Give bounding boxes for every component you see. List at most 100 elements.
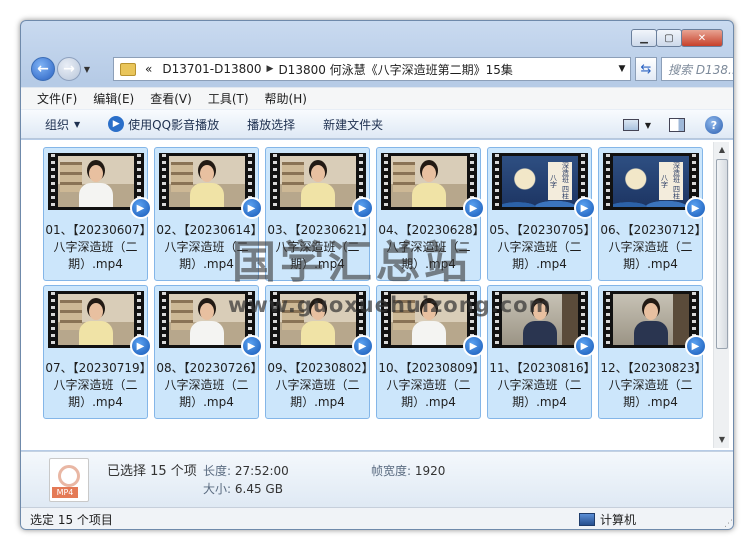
back-button[interactable]: ← [31, 57, 55, 81]
breadcrumb-overflow[interactable]: « [145, 62, 152, 76]
scrollbar-thumb[interactable] [716, 159, 728, 349]
new-folder-button[interactable]: 新建文件夹 [323, 116, 383, 133]
presenter-body [633, 321, 668, 345]
curtain [672, 294, 689, 345]
file-item[interactable]: 深造班 四柱八字 ▶ 05、【20230705】八字深造班（二期）.mp4 [487, 147, 596, 281]
presenter-head [643, 303, 658, 320]
presenter-head [310, 165, 325, 182]
file-name: 04、【20230628】八字深造班（二期）.mp4 [378, 223, 479, 271]
film-strip-edge [602, 291, 613, 348]
film-strip-edge [158, 153, 169, 210]
vertical-scrollbar[interactable]: ▲ ▼ [713, 142, 729, 448]
video-thumbnail: 深造班 四柱八字 ▶ [602, 153, 707, 219]
file-item[interactable]: ▶ 04、【20230628】八字深造班（二期）.mp4 [376, 147, 485, 281]
file-item[interactable]: ▶ 12、【20230823】八字深造班（二期）.mp4 [598, 285, 707, 419]
video-thumbnail: ▶ [158, 291, 263, 357]
presenter-head [310, 303, 325, 320]
video-thumbnail: ▶ [47, 291, 152, 357]
room-scene [57, 156, 134, 207]
file-item[interactable]: ▶ 02、【20230614】八字深造班（二期）.mp4 [154, 147, 263, 281]
file-item[interactable]: ▶ 10、【20230809】八字深造班（二期）.mp4 [376, 285, 485, 419]
qq-player-badge-icon: ▶ [240, 335, 263, 357]
minimize-button[interactable]: ▁ [631, 29, 657, 47]
address-bar[interactable]: « D13701-D13800 ▶ D13800 何泳慧《八字深造班第二期》15… [113, 57, 631, 81]
file-item[interactable]: ▶ 07、【20230719】八字深造班（二期）.mp4 [43, 285, 152, 419]
frame-width-value: 1920 [414, 464, 446, 478]
close-button[interactable]: ✕ [681, 29, 723, 47]
refresh-button[interactable]: ⇆ [635, 57, 657, 81]
thumbnail-frame [612, 294, 689, 345]
film-strip-edge [491, 291, 502, 348]
qq-player-badge-icon: ▶ [129, 335, 152, 357]
presenter [633, 299, 668, 345]
help-icon[interactable]: ? [705, 116, 723, 134]
presenter-body [411, 183, 446, 207]
file-grid: ▶ 01、【20230607】八字深造班（二期）.mp4 ▶ 02、【20230614… [43, 147, 709, 419]
menu-bar: 文件(F) 编辑(E) 查看(V) 工具(T) 帮助(H) [21, 87, 733, 109]
film-strip-edge [269, 291, 280, 348]
film-strip-edge [380, 153, 391, 210]
details-pane: MP4 已选择 15 个项 长度: 27:52:00 大小: 6.45 GB 帧… [21, 451, 733, 507]
status-location: 计算机 [579, 511, 636, 528]
back-arrow-icon: ← [37, 61, 49, 77]
recent-pages-dropdown[interactable]: ▼ [81, 65, 93, 74]
view-dropdown-icon[interactable]: ▼ [645, 121, 651, 130]
status-text: 选定 15 个项目 [30, 513, 113, 527]
file-name: 03、【20230621】八字深造班（二期）.mp4 [267, 223, 368, 271]
resize-grip-icon[interactable]: ⋰ [724, 519, 733, 529]
presenter-body [411, 321, 446, 345]
change-view-icon[interactable] [622, 119, 639, 131]
play-with-qq-button[interactable]: ▶ 使用QQ影音播放 [108, 116, 219, 133]
file-item[interactable]: 深造班 四柱八字 ▶ 06、【20230712】八字深造班（二期）.mp4 [598, 147, 707, 281]
breadcrumb-segment-2[interactable]: D13800 何泳慧《八字深造班第二期》15集 [278, 61, 513, 78]
menu-edit[interactable]: 编辑(E) [93, 90, 134, 107]
file-name: 07、【20230719】八字深造班（二期）.mp4 [45, 361, 146, 409]
menu-tools[interactable]: 工具(T) [208, 90, 249, 107]
qq-player-badge-icon: ▶ [573, 335, 596, 357]
file-item[interactable]: ▶ 11、【20230816】八字深造班（二期）.mp4 [487, 285, 596, 419]
file-type-tag: MP4 [52, 487, 78, 498]
presenter [300, 299, 335, 345]
file-name: 02、【20230614】八字深造班（二期）.mp4 [156, 223, 257, 271]
address-dropdown-icon[interactable]: ▼ [614, 64, 630, 74]
qq-player-badge-icon: ▶ [684, 335, 707, 357]
film-strip-edge [47, 291, 58, 348]
play-selection-button[interactable]: 播放选择 [247, 116, 295, 133]
preview-pane-icon[interactable] [669, 118, 685, 132]
file-item[interactable]: ▶ 03、【20230621】八字深造班（二期）.mp4 [265, 147, 374, 281]
presenter-head [421, 165, 436, 182]
video-thumbnail: ▶ [380, 291, 485, 357]
film-strip-edge [47, 153, 58, 210]
presenter-body [189, 183, 224, 207]
breadcrumb-chevron-icon[interactable]: ▶ [267, 64, 274, 74]
command-bar: 组织 ▼ ▶ 使用QQ影音播放 播放选择 新建文件夹 ▼ ? [21, 109, 733, 139]
maximize-button[interactable]: ▢ [656, 29, 682, 47]
menu-help[interactable]: 帮助(H) [265, 90, 307, 107]
presenter [300, 161, 335, 207]
selected-count: 已选择 15 个项 [107, 464, 197, 479]
menu-file[interactable]: 文件(F) [37, 90, 77, 107]
file-name: 08、【20230726】八字深造班（二期）.mp4 [156, 361, 257, 409]
file-item[interactable]: ▶ 01、【20230607】八字深造班（二期）.mp4 [43, 147, 152, 281]
frame-width-info: 帧宽度: 1920 [371, 462, 445, 479]
organize-button[interactable]: 组织 ▼ [45, 116, 80, 133]
play-selection-label: 播放选择 [247, 117, 296, 132]
menu-view[interactable]: 查看(V) [150, 90, 192, 107]
room-scene [168, 294, 245, 345]
forward-button[interactable]: → [57, 57, 81, 81]
scroll-up-icon[interactable]: ▲ [714, 142, 730, 158]
qq-player-icon: ▶ [108, 116, 125, 132]
scroll-down-icon[interactable]: ▼ [714, 432, 730, 448]
curtain [561, 294, 578, 345]
film-strip-edge [269, 153, 280, 210]
presenter [189, 161, 224, 207]
thumbnail-frame [501, 294, 578, 345]
explorer-window: ▁ ▢ ✕ ← → ▼ « D13701-D13800 ▶ D13800 何泳慧… [20, 20, 734, 530]
search-input[interactable]: 搜索 D138... ⌕ [661, 57, 733, 81]
file-name: 01、【20230607】八字深造班（二期）.mp4 [45, 223, 146, 271]
breadcrumb-segment-1[interactable]: D13701-D13800 [162, 62, 261, 76]
file-item[interactable]: ▶ 09、【20230802】八字深造班（二期）.mp4 [265, 285, 374, 419]
file-name: 11、【20230816】八字深造班（二期）.mp4 [489, 361, 590, 409]
title-card-caption: 深造班 四柱八字 [658, 162, 683, 200]
file-item[interactable]: ▶ 08、【20230726】八字深造班（二期）.mp4 [154, 285, 263, 419]
